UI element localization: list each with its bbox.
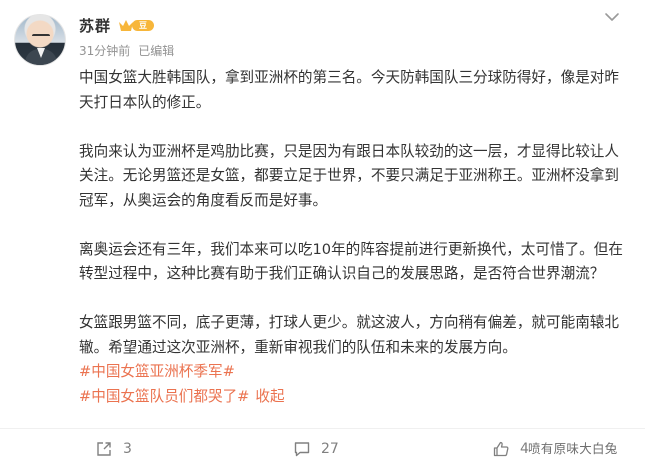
footer-divider [0,428,645,429]
paragraph: 中国女篮大胜韩国队，拿到亚洲杯的第三名。今天防韩国队三分球防得好，像是对昨天打日… [79,69,619,111]
watermark: 喷有原味大白兔 [528,441,618,456]
author-name[interactable]: 苏群 [79,15,111,36]
like-button[interactable]: 4 [492,438,529,460]
comment-icon [294,442,310,457]
post-time[interactable]: 31分钟前 [79,44,130,58]
paragraph: 女篮跟男篮不同，底子更薄，打球人更少。就这波人，方向稍有偏差，就可能南辕北辙。希… [79,314,619,356]
share-count: 3 [123,441,132,457]
chevron-down-icon[interactable] [603,8,621,26]
post-meta: 31分钟前 已编辑 [79,42,174,59]
comment-button[interactable]: 27 [293,438,339,460]
vip-badge[interactable]: 豆 [118,17,156,33]
paragraph: 离奥运会还有三年，我们本来可以吃10年的阵容提前进行更新换代，太可惜了。但在转型… [79,240,623,283]
hashtag-link[interactable]: #中国女篮队员们都哭了# [79,388,249,405]
share-button[interactable]: 3 [95,438,132,460]
glasses-shape [32,34,50,38]
hashtag-link[interactable]: #中国女篮亚洲杯季军# [79,360,624,385]
comment-count: 27 [321,441,339,457]
share-icon [97,442,111,456]
vip-badge-label: 豆 [132,20,154,31]
thumbs-up-icon [493,441,509,457]
collapse-link[interactable]: 收起 [255,388,284,405]
avatar[interactable] [14,14,66,66]
tag-line: #中国女篮队员们都哭了# 收起 [79,388,285,405]
post-body: 中国女篮大胜韩国队，拿到亚洲杯的第三名。今天防韩国队三分球防得好，像是对昨天打日… [79,66,624,409]
paragraph: 我向来认为亚洲杯是鸡肋比赛，只是因为有跟日本队较劲的这一层，才显得比较让人关注。… [79,142,619,209]
weibo-post-card: 苏群 豆 31分钟前 已编辑 中国女篮大胜韩国队，拿到亚洲杯的第三名。今天防韩国队… [0,0,645,466]
edited-label: 已编辑 [138,44,175,58]
